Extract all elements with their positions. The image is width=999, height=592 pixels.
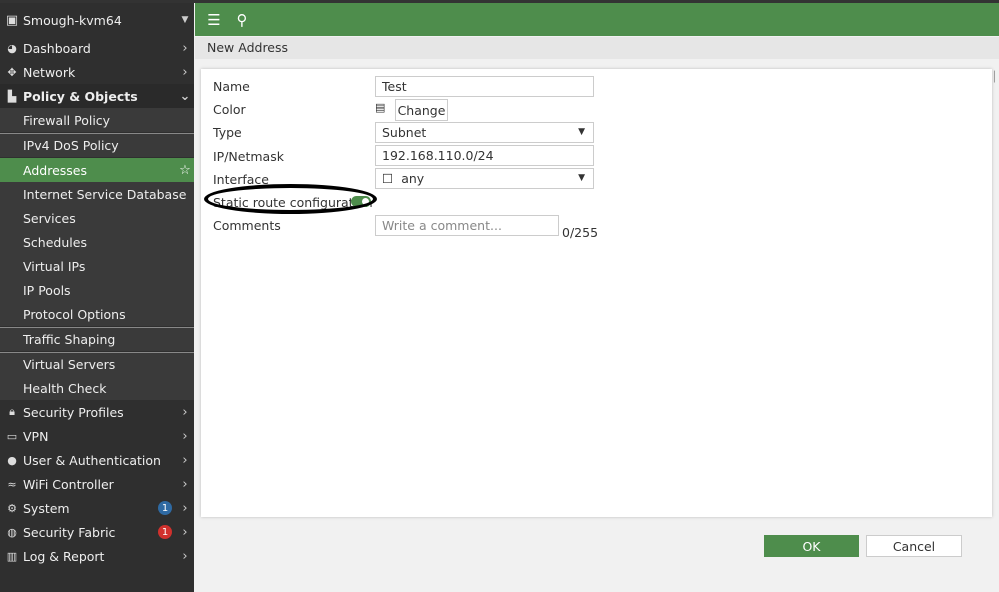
type-label: Type — [213, 125, 242, 140]
sidebar-item-dashboard[interactable]: ◕ Dashboard › — [0, 36, 194, 60]
sidebar-item-policy-objects[interactable]: ▙ Policy & Objects ⌄ — [0, 84, 194, 108]
sidebar-item-services[interactable]: Services — [0, 206, 194, 230]
fabric-icon: ◍ — [7, 525, 17, 539]
sidebar-item-virtual-servers[interactable]: Virtual Servers — [0, 352, 194, 376]
sidebar-item-schedules[interactable]: Schedules — [0, 230, 194, 254]
interface-checkbox-icon: ☐ — [382, 171, 394, 186]
new-address-form: Name Test Color ▤ Change Type Subnet ▼ IP… — [201, 69, 992, 517]
color-label: Color — [213, 102, 246, 117]
device-selector[interactable]: ▣ Smough-kvm64 ▼ — [0, 8, 194, 32]
notification-badge: 1 — [158, 501, 172, 515]
sidebar: ▣ Smough-kvm64 ▼ ◕ Dashboard › ✥ Network › ▙… — [0, 0, 999, 592]
name-label: Name — [213, 79, 250, 94]
annotation-circle — [204, 184, 377, 214]
chevron-right-icon: › — [182, 476, 188, 492]
color-swatch-icon: ▤ — [375, 101, 386, 114]
sidebar-item-user-authentication[interactable]: ● User & Authentication › — [0, 448, 194, 472]
interface-select[interactable]: ☐ any ▼ — [375, 168, 594, 189]
sidebar-item-traffic-shaping[interactable]: Traffic Shaping — [0, 327, 194, 351]
sidebar-item-virtual-ips[interactable]: Virtual IPs — [0, 254, 194, 278]
caret-down-icon: ▼ — [578, 127, 585, 137]
sidebar-item-security-profiles[interactable]: 🔒︎ Security Profiles › — [0, 400, 194, 424]
sidebar-item-log-report[interactable]: ▥ Log & Report › — [0, 544, 194, 568]
caret-down-icon: ▼ — [181, 15, 189, 25]
ip-netmask-label: IP/Netmask — [213, 149, 284, 164]
cancel-button[interactable]: Cancel — [866, 535, 962, 557]
search-icon[interactable]: ⚲ — [233, 11, 251, 29]
breadcrumb: New Address — [195, 37, 999, 59]
comments-textarea[interactable]: Write a comment... — [375, 215, 559, 236]
user-icon: ● — [7, 453, 17, 467]
change-color-button[interactable]: Change — [395, 99, 448, 121]
ok-button[interactable]: OK — [764, 535, 859, 557]
sidebar-item-ipv4-dos-policy[interactable]: IPv4 DoS Policy — [0, 133, 194, 157]
sidebar-item-protocol-options[interactable]: Protocol Options — [0, 302, 194, 326]
chevron-right-icon: › — [182, 500, 188, 516]
notification-badge: 1 — [158, 525, 172, 539]
chart-icon: ▥ — [6, 549, 18, 563]
type-select[interactable]: Subnet ▼ — [375, 122, 594, 143]
comments-counter: 0/255 — [562, 225, 599, 240]
sidebar-item-security-fabric[interactable]: ◍ Security Fabric 1 › — [0, 520, 194, 544]
chevron-right-icon: › — [182, 64, 188, 80]
chevron-right-icon: › — [182, 524, 188, 540]
star-icon[interactable]: ☆ — [176, 163, 194, 178]
name-input[interactable]: Test — [375, 76, 594, 97]
sidebar-item-system[interactable]: ⚙ System 1 › — [0, 496, 194, 520]
top-bar: ☰ ⚲ — [195, 3, 999, 36]
sidebar-item-vpn[interactable]: ▭ VPN › — [0, 424, 194, 448]
ip-netmask-input[interactable]: 192.168.110.0/24 — [375, 145, 594, 166]
comments-label: Comments — [213, 218, 281, 233]
sidebar-item-firewall-policy[interactable]: Firewall Policy — [0, 108, 194, 132]
sidebar-item-wifi-controller[interactable]: ≈ WiFi Controller › — [0, 472, 194, 496]
wifi-icon: ≈ — [7, 477, 17, 491]
laptop-icon: ▭ — [6, 429, 18, 443]
chevron-right-icon: › — [182, 548, 188, 564]
sidebar-item-network[interactable]: ✥ Network › — [0, 60, 194, 84]
sidebar-item-ip-pools[interactable]: IP Pools — [0, 278, 194, 302]
lock-icon: 🔒︎ — [9, 405, 15, 418]
chevron-right-icon: › — [182, 428, 188, 444]
chevron-right-icon: › — [182, 40, 188, 56]
chevron-right-icon: › — [182, 404, 188, 420]
sidebar-item-internet-service-database[interactable]: Internet Service Database — [0, 182, 194, 206]
menu-icon[interactable]: ☰ — [205, 11, 223, 29]
chevron-down-icon: ⌄ — [179, 88, 191, 104]
sidebar-item-health-check[interactable]: Health Check — [0, 376, 194, 400]
policy-icon: ▙ — [7, 89, 17, 103]
sidebar-item-addresses[interactable]: Addresses ☆ — [0, 158, 194, 182]
chevron-right-icon: › — [182, 452, 188, 468]
dashboard-icon: ◕ — [7, 41, 17, 55]
gear-icon: ⚙ — [7, 501, 17, 515]
device-icon: ▣ — [5, 12, 19, 28]
right-panel-edge: ▏ — [994, 72, 999, 83]
caret-down-icon: ▼ — [578, 173, 585, 183]
network-icon: ✥ — [7, 65, 17, 79]
